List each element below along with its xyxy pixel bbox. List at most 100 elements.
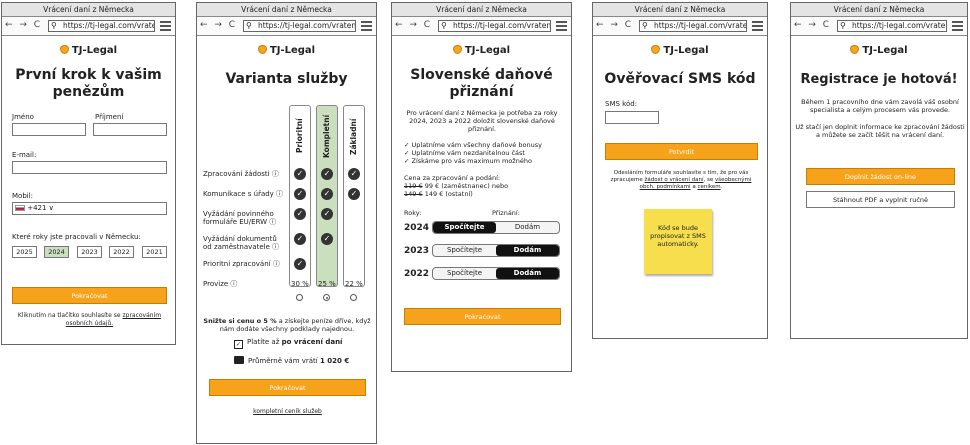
fee-label: Provize ⓘ [203,280,238,288]
window-title: Vrácení daní z Německa [791,3,967,17]
url-field[interactable]: ⚲ https://tj-legal.com/vrateni [438,20,551,32]
continue-button[interactable]: Pokračovat [209,379,366,396]
browser-nav-icons[interactable]: ← → C [395,20,432,30]
toggle-provide[interactable]: Dodám [496,268,559,279]
menu-icon[interactable] [160,21,171,31]
email-label: E-mail: [12,151,37,159]
toggle-calculate[interactable]: Spočítejte [433,245,496,256]
mobile-input[interactable]: +421 ∨ [12,202,167,215]
year-chip[interactable]: 2022 [109,246,134,258]
confirm-button[interactable]: Potvrdit [605,143,758,160]
shield-icon [850,45,860,54]
url-field[interactable]: ⚲ https://tj-legal.com/vrateni [639,20,747,32]
shield-icon [651,45,661,54]
filing-header: Přiznání: [492,209,520,217]
browser-nav-icons[interactable]: ← → C [200,20,237,30]
promo-text: Snižte si cenu o 5 % a získejte peníze d… [203,317,371,333]
feature-label: Vyžádání dokumentů od zaměstnavatele ⓘ [203,235,280,251]
filing-toggle[interactable]: Spočítejte Dodám [432,221,560,234]
year-label: 2023 [404,246,430,256]
screen-registration: Vrácení daní z Německa ← → C ⚲ https://tj… [1,2,176,345]
menu-icon[interactable] [752,21,763,31]
benefit-list: ✓ Uplatníme vám všechny daňové bonusy ✓ … [404,141,542,165]
consent-text: Kliknutím na tlačítko souhlasíte se zpra… [17,312,162,327]
browser-nav-icons[interactable]: ← → C [5,20,42,30]
year-label: 2022 [404,269,430,279]
phone-prefix-select[interactable]: +421 ∨ [27,204,54,212]
price-info: Cena za zpracování a podání: 119 € 99 € … [404,174,509,198]
email-input[interactable] [12,161,167,174]
legal-text: Odesláním formuláře souhlasíte s tím, že… [610,170,752,190]
page-title: První krok k vašim penězům [15,67,162,100]
menu-icon[interactable] [952,21,963,31]
search-icon: ⚲ [642,21,648,30]
sms-code-label: SMS kód: [605,100,638,108]
feature-label: Prioritní zpracování ⓘ [203,260,280,268]
check-icon: ✓ [321,208,333,220]
radio-priority[interactable] [296,294,303,301]
last-name-input[interactable] [93,123,167,136]
column-label: Základní [349,118,358,155]
brand-logo: TJ-Legal [392,45,571,59]
terms-link[interactable]: všeobecnými [715,177,751,183]
benefit-item: ✓ Uplatníme vám nezdanitelnou část [404,149,525,157]
sms-code-input[interactable] [605,111,659,124]
brand-logo: TJ-Legal [197,45,376,59]
address-bar: ← → C ⚲ https://tj-legal.com/vrateni [593,17,767,36]
screen-tax-return: Vrácení daní z Německa ← → C ⚲ https://tj… [391,2,572,372]
address-bar: ← → C ⚲ https://tj-legal.com/vrateni [197,17,376,36]
year-chip-selected[interactable]: 2024 [44,246,69,258]
menu-icon[interactable] [556,21,567,31]
years-header: Roky: [404,209,422,217]
menu-icon[interactable] [361,21,372,31]
radio-complete[interactable] [323,294,330,301]
terms-link[interactable]: žádost o vrácení daní [645,177,704,183]
brand-logo: TJ-Legal [791,45,967,59]
continue-button[interactable]: Pokračovat [404,308,561,325]
url-field[interactable]: ⚲ https://tj-legal.com/vrateni [243,20,356,32]
toggle-calculate[interactable]: Spočítejte [433,222,496,233]
screen-sms-verification: Vrácení daní z Německa ← → C ⚲ https://tj… [592,2,768,339]
pricelist-link[interactable]: kompletní ceník služeb [197,408,376,416]
complete-online-button[interactable]: Doplnit žádost on-line [806,168,955,185]
filing-toggle[interactable]: Spočítejte Dodám [432,267,560,280]
first-name-input[interactable] [12,123,86,136]
pricelist-link[interactable]: ceníkem [697,184,720,190]
address-bar: ← → C ⚲ https://tj-legal.com/vrateni [791,17,967,36]
consent-link[interactable]: osobních údajů. [66,320,113,327]
page-title: Slovenské daňové přiznání [410,67,553,100]
toggle-provide[interactable]: Dodám [496,222,559,233]
check-icon: ✓ [348,188,360,200]
url-field[interactable]: ⚲ https://tj-legal.com/vrateni [48,20,155,32]
filing-toggle[interactable]: Spočítejte Dodám [432,244,560,257]
year-chip[interactable]: 2021 [142,246,167,258]
browser-nav-icons[interactable]: ← → C [794,20,831,30]
callback-info: Během 1 pracovního dne vám zavolá váš os… [801,98,959,114]
feature-label: Zpracování žádosti ⓘ [203,170,279,178]
sticky-note: Kód se bude propisovat z SMS automaticky… [644,209,712,274]
shield-icon [452,45,462,54]
terms-link[interactable]: obch. podmínkami [640,184,691,190]
toggle-calculate[interactable]: Spočítejte [433,268,496,279]
url-field[interactable]: ⚲ https://tj-legal.com/vrateni [837,20,947,32]
column-label: Kompletní [322,114,331,158]
toggle-provide[interactable]: Dodám [496,245,559,256]
page-title: Ověřovací SMS kód [604,71,756,87]
feature-label: Vyžádání povinného formuláře EU/ERW ⓘ [203,210,277,226]
search-icon: ⚲ [246,21,252,30]
fee-value: 30 % [291,280,309,288]
download-pdf-button[interactable]: Stáhnout PDF a vyplnit ručně [806,191,955,208]
shield-icon [257,45,267,54]
continue-button[interactable]: Pokračovat [12,287,167,304]
radio-basic[interactable] [350,294,357,301]
year-chip[interactable]: 2025 [12,246,37,258]
check-icon: ✓ [294,258,306,270]
page-title: Varianta služby [225,71,348,87]
calendar-check-icon: ✓ [234,340,243,349]
last-name-label: Příjmení [95,113,124,121]
column-label: Prioritní [295,118,304,153]
browser-nav-icons[interactable]: ← → C [596,20,633,30]
year-chip[interactable]: 2023 [77,246,102,258]
check-icon: ✓ [294,188,306,200]
consent-link[interactable]: zpracováním [122,312,161,319]
